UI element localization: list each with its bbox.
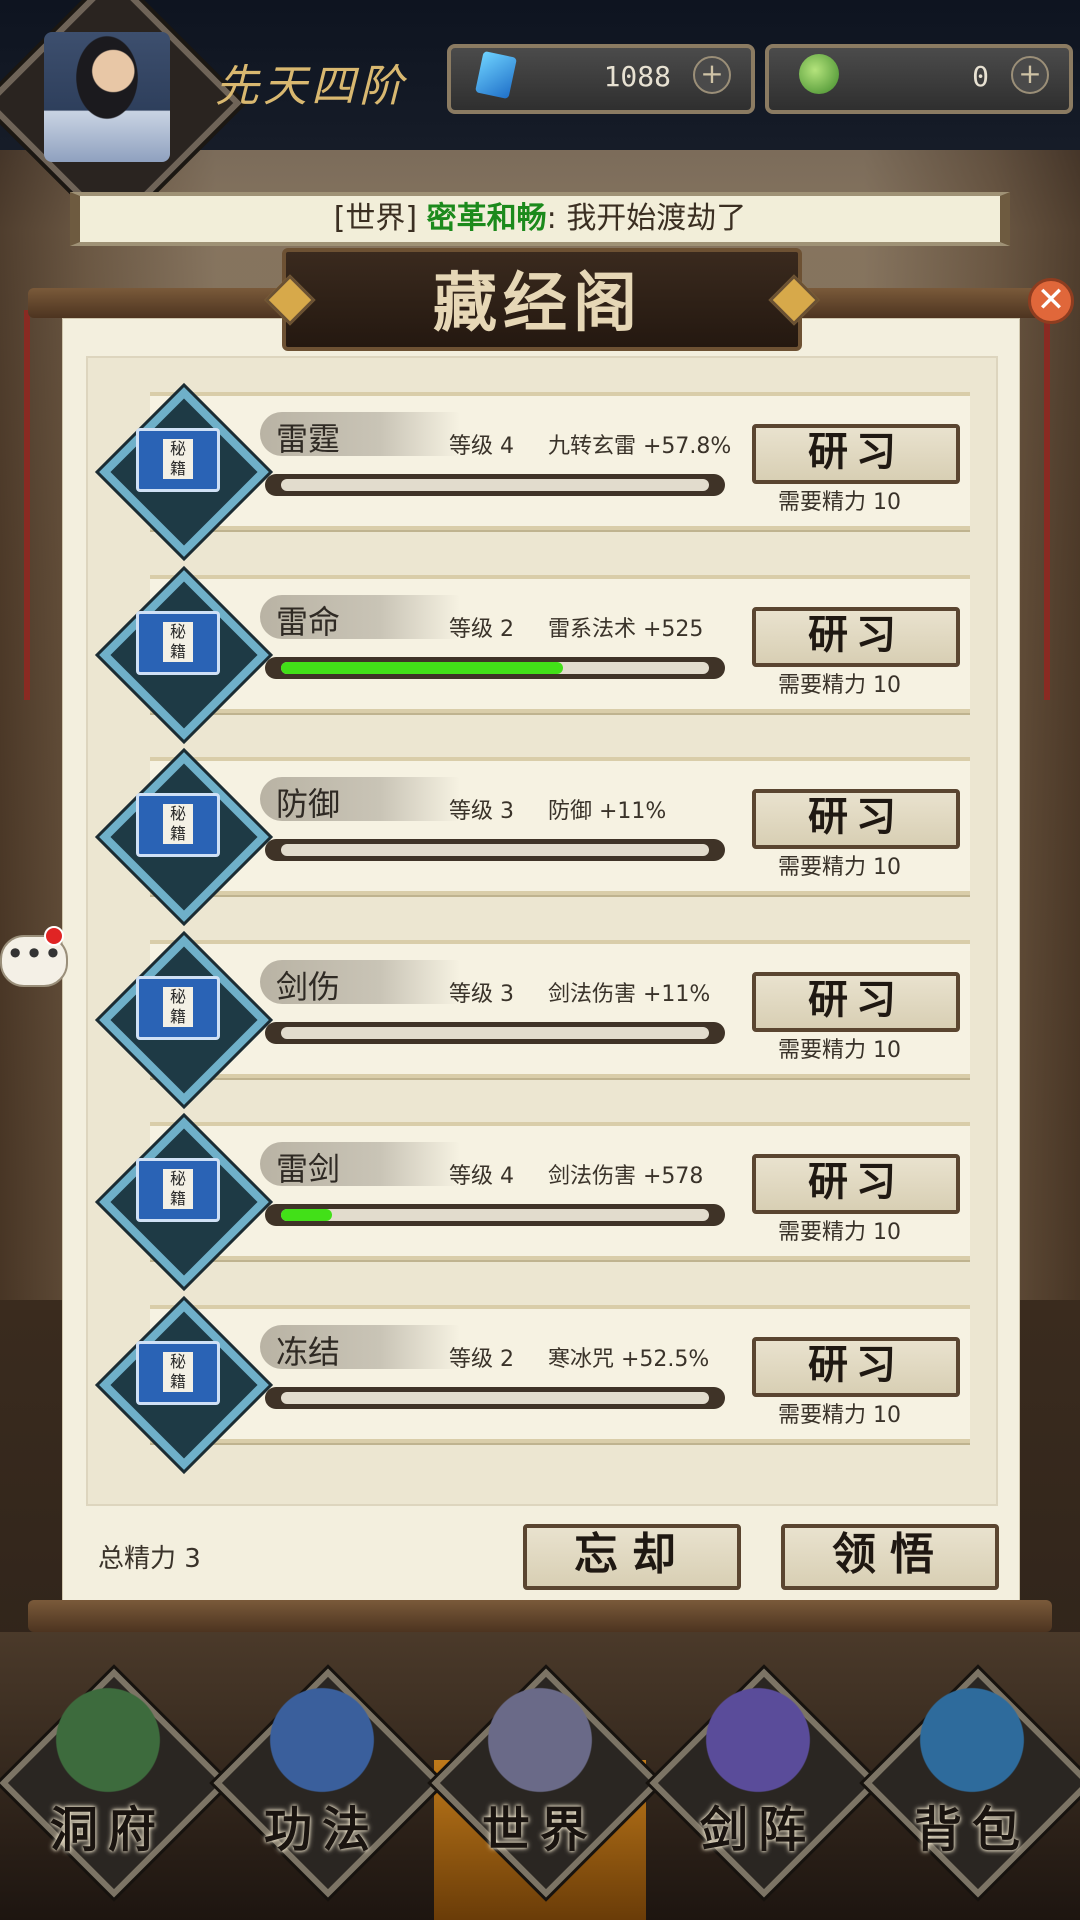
skill-name: 雷命	[276, 603, 341, 641]
add-jade-button[interactable]: +	[1011, 56, 1049, 94]
secret-book-icon: 秘籍	[136, 976, 220, 1040]
secret-book-icon: 秘籍	[136, 1341, 220, 1405]
left-tassel	[24, 310, 30, 700]
crystal-currency: 1088 +	[447, 44, 755, 114]
secret-book-icon: 秘籍	[136, 611, 220, 675]
book-label: 秘籍	[163, 987, 193, 1027]
forget-button[interactable]: 忘却	[523, 1524, 741, 1590]
skill-effect: 九转玄雷 +57.8%	[548, 434, 732, 459]
right-tassel	[1044, 310, 1050, 700]
skill-effect: 剑法伤害 +11%	[548, 982, 711, 1007]
nav-label: 功法	[263, 1802, 380, 1858]
progress-track	[281, 479, 709, 491]
skill-progress-bar	[265, 839, 725, 861]
nav-label: 背包	[913, 1802, 1030, 1858]
skill-name: 防御	[276, 785, 341, 823]
crystal-count: 1088	[603, 60, 671, 93]
skill-level: 等级 2	[449, 1347, 514, 1372]
avatar[interactable]	[44, 32, 170, 162]
progress-fill	[281, 662, 563, 674]
skill-progress-bar	[265, 1204, 725, 1226]
skill-name: 雷霆	[276, 420, 341, 458]
chat-separator: :	[546, 201, 557, 236]
book-label: 秘籍	[163, 1352, 193, 1392]
study-button[interactable]: 研习	[752, 607, 960, 667]
chat-channel: [世界]	[333, 201, 418, 236]
skill-level: 等级 2	[449, 617, 514, 642]
skill-level: 等级 3	[449, 982, 514, 1007]
secret-book-icon: 秘籍	[136, 1158, 220, 1222]
energy-cost: 需要精力 10	[778, 1220, 901, 1245]
close-icon[interactable]: ✕	[1028, 278, 1074, 324]
notification-dot	[44, 926, 64, 946]
skill-progress-bar	[265, 1387, 725, 1409]
add-crystal-button[interactable]: +	[693, 56, 731, 94]
book-label: 秘籍	[163, 804, 193, 844]
progress-track	[281, 844, 709, 856]
energy-cost: 需要精力 10	[778, 673, 901, 698]
progress-track	[281, 1027, 709, 1039]
skill-name: 雷剑	[276, 1150, 341, 1188]
study-button[interactable]: 研习	[752, 972, 960, 1032]
chat-message: 我开始渡劫了	[566, 201, 747, 236]
jade-currency: 0 +	[765, 44, 1073, 114]
nav-label: 世界	[481, 1802, 598, 1858]
skill-effect: 防御 +11%	[548, 799, 667, 824]
skill-level: 等级 4	[449, 434, 514, 459]
energy-cost: 需要精力 10	[778, 1403, 901, 1428]
progress-fill	[281, 1209, 332, 1221]
spirit-crystal-icon	[475, 50, 517, 100]
skill-progress-bar	[265, 474, 725, 496]
total-energy: 总精力 3	[98, 1544, 201, 1574]
skill-effect: 剑法伤害 +578	[548, 1164, 704, 1189]
skill-level: 等级 3	[449, 799, 514, 824]
skill-progress-bar	[265, 1022, 725, 1044]
secret-book-icon: 秘籍	[136, 428, 220, 492]
skill-name: 冻结	[276, 1333, 341, 1371]
study-button[interactable]: 研习	[752, 424, 960, 484]
scroll-bottom-rod	[28, 1600, 1052, 1632]
skill-effect: 雷系法术 +525	[548, 617, 704, 642]
study-button[interactable]: 研习	[752, 1154, 960, 1214]
study-button[interactable]: 研习	[752, 1337, 960, 1397]
energy-cost: 需要精力 10	[778, 490, 901, 515]
panel-title: 藏经阁	[433, 266, 643, 341]
world-chat-banner[interactable]: [世界] 密革和畅: 我开始渡劫了	[70, 192, 1010, 246]
energy-cost: 需要精力 10	[778, 1038, 901, 1063]
progress-track	[281, 1209, 709, 1221]
skill-level: 等级 4	[449, 1164, 514, 1189]
progress-track	[281, 1392, 709, 1404]
study-button[interactable]: 研习	[752, 789, 960, 849]
nav-label: 剑阵	[699, 1802, 816, 1858]
jade-gourd-icon	[799, 54, 839, 94]
book-label: 秘籍	[163, 622, 193, 662]
energy-cost: 需要精力 10	[778, 855, 901, 880]
jade-count: 0	[972, 60, 989, 93]
chat-speaker[interactable]: 密革和畅	[427, 201, 547, 236]
book-label: 秘籍	[163, 439, 193, 479]
secret-book-icon: 秘籍	[136, 793, 220, 857]
skill-progress-bar	[265, 657, 725, 679]
cultivation-rank: 先天四阶	[215, 61, 407, 112]
skill-effect: 寒冰咒 +52.5%	[548, 1347, 710, 1372]
book-label: 秘籍	[163, 1169, 193, 1209]
skill-name: 剑伤	[276, 968, 341, 1006]
comprehend-button[interactable]: 领悟	[781, 1524, 999, 1590]
nav-label: 洞府	[49, 1802, 166, 1858]
